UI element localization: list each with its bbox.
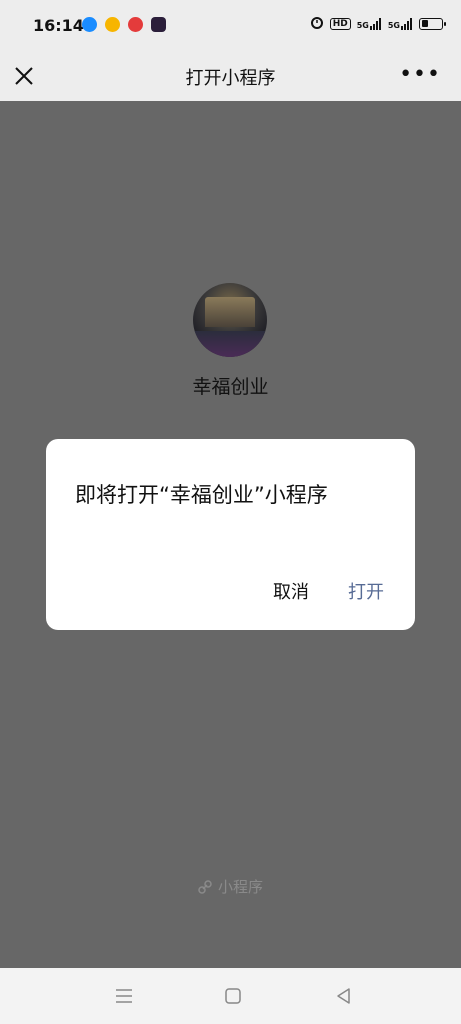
video-app-icon <box>128 17 143 32</box>
open-miniprogram-dialog: 即将打开“幸福创业”小程序 取消 打开 <box>46 439 415 630</box>
nav-bar: 打开小程序 ••• <box>0 52 461 101</box>
hd-badge: HD <box>329 17 351 30</box>
link-icon <box>198 880 212 894</box>
page-title: 打开小程序 <box>185 68 276 89</box>
miniprogram-footer: 小程序 <box>0 876 461 897</box>
browser-app-icon <box>82 17 97 32</box>
signal-5g-icon: 5G <box>357 17 382 30</box>
signal-5g-icon-2: 5G <box>388 17 413 30</box>
miniprogram-label: 小程序 <box>217 878 263 896</box>
status-indicators: HD 5G 5G <box>310 15 446 32</box>
menu-icon[interactable] <box>114 986 134 1006</box>
status-time: 16:14 <box>33 16 84 35</box>
status-app-icons <box>82 17 166 32</box>
tiktok-app-icon <box>151 17 166 32</box>
back-icon[interactable] <box>334 986 354 1006</box>
app-avatar <box>193 283 267 357</box>
dialog-message: 即将打开“幸福创业”小程序 <box>75 483 328 507</box>
home-icon[interactable] <box>223 986 243 1006</box>
more-options-icon[interactable]: ••• <box>399 64 441 86</box>
cancel-button[interactable]: 取消 <box>273 578 309 604</box>
system-nav-bar <box>0 968 461 1024</box>
open-button[interactable]: 打开 <box>348 578 384 604</box>
battery-icon <box>419 17 446 30</box>
alarm-icon <box>310 15 324 32</box>
weibo-app-icon <box>105 17 120 32</box>
status-bar: 16:14 HD 5G 5G <box>0 0 461 52</box>
app-name: 幸福创业 <box>192 376 269 398</box>
